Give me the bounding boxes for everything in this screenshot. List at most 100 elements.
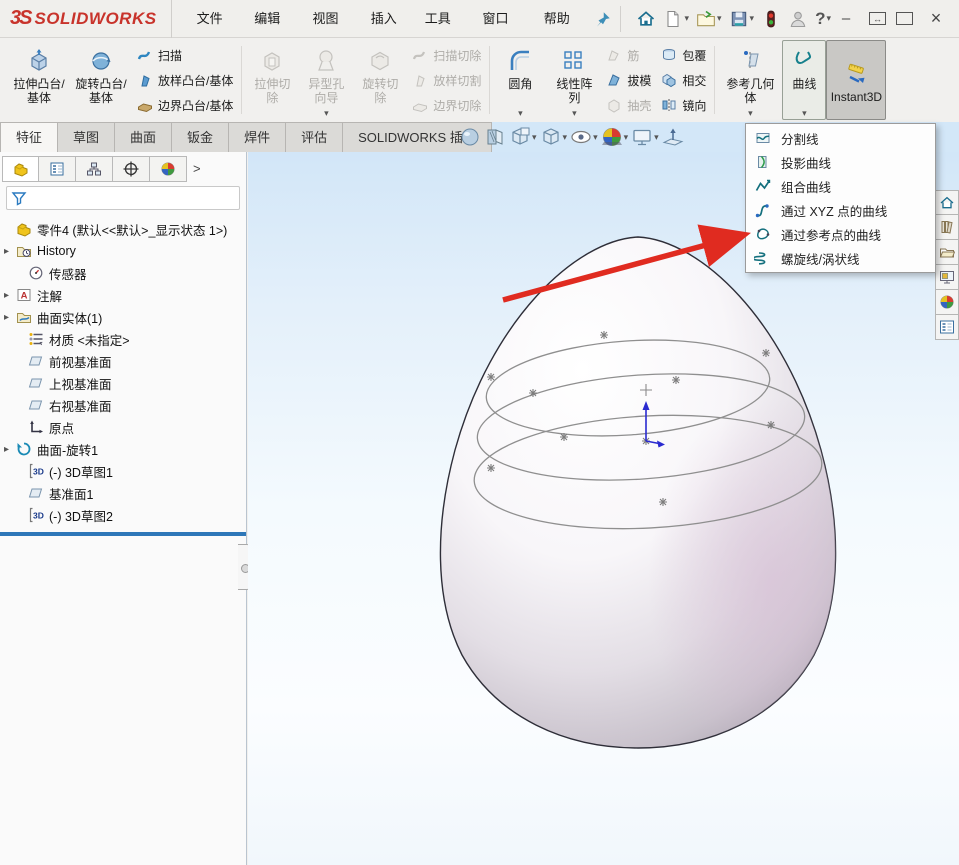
minimize-button[interactable]: – [833,10,859,27]
home-button[interactable] [634,7,658,31]
tree-item-plane1[interactable]: 基准面1 [0,482,246,504]
tab-display-manager[interactable] [150,156,187,182]
tab-feature-manager-tree[interactable] [2,156,39,182]
filter-input[interactable] [31,189,235,207]
new-document-button[interactable]: ▾ [661,7,691,31]
extrude-boss-button[interactable]: 拉伸凸台/基体 [8,40,70,120]
tree-item-annotations[interactable]: ▸ A 注解 [0,284,246,306]
linear-pattern-button[interactable]: 线性阵列 ▾ [547,40,601,120]
reference-geometry-button[interactable]: 参考几何体 ▾ [718,40,782,120]
tab-features[interactable]: 特征 [0,122,58,152]
boundary-boss-button[interactable]: 边界凸台/基体 [134,93,236,118]
tree-item-origin[interactable]: 原点 [0,416,246,438]
save-button[interactable]: ▾ [727,7,757,31]
tab-evaluate[interactable]: 评估 [286,122,343,152]
revolve-cut-button[interactable]: 旋转切除 [353,40,407,120]
menu-window[interactable]: 窗口(W) [471,0,532,38]
menu-item-helix-spiral[interactable]: 螺旋线/涡状线 [746,246,935,270]
task-pane-design-library-tab[interactable] [935,240,959,265]
menu-edit[interactable]: 编辑(E) [243,0,301,38]
panel-split-divider[interactable] [0,532,246,536]
open-document-button[interactable]: ▾ [694,7,724,31]
pin-menu-icon[interactable] [592,8,614,30]
task-pane-resources-tab[interactable] [935,215,959,240]
menu-item-projected-curve[interactable]: 投影曲线 [746,150,935,174]
expander-icon[interactable]: ▸ [4,312,16,323]
curves-dropdown-icon[interactable]: ▾ [802,108,807,118]
tree-item-3d-sketch2[interactable]: 3D (-) 3D草图2 [0,504,246,526]
wrap-button[interactable]: 包覆 [658,43,709,68]
menu-view[interactable]: 视图(V) [302,0,360,38]
hide-show-items-button[interactable]: ▾ [569,125,599,149]
tree-item-material[interactable]: 材质 <未指定> [0,328,246,350]
extrude-cut-button[interactable]: 拉伸切除 [245,40,299,120]
fillet-button[interactable]: 圆角 ▾ [493,40,547,120]
section-view-button[interactable] [483,125,507,149]
intersect-button[interactable]: 相交 [658,68,709,93]
tab-configuration-manager[interactable] [76,156,113,182]
menu-tools[interactable]: 工具(T) [414,0,472,38]
user-account-icon[interactable] [786,7,810,31]
expander-icon[interactable]: ▸ [4,290,16,301]
rib-button[interactable]: 筋 [603,43,654,68]
tree-item-3d-sketch1[interactable]: 3D (-) 3D草图1 [0,460,246,482]
help-dropdown-icon[interactable]: ▾ [826,13,831,24]
tab-sheet-metal[interactable]: 钣金 [172,122,229,152]
tab-dimxpert-manager[interactable] [113,156,150,182]
tree-item-surface-revolve[interactable]: ▸ 曲面-旋转1 [0,438,246,460]
instant3d-button[interactable]: Instant3D [826,40,886,120]
tree-item-surface-bodies[interactable]: ▸ 曲面实体(1) [0,306,246,328]
3d-drawing-view-button[interactable] [661,125,685,149]
mirror-button[interactable]: 镜向 [658,93,709,118]
close-button[interactable]: × [923,8,949,29]
menu-insert[interactable]: 插入(I) [360,0,414,38]
tree-item-front-plane[interactable]: 前视基准面 [0,350,246,372]
rebuild-button[interactable] [759,7,783,31]
task-pane-custom-properties-tab[interactable] [935,315,959,340]
draft-button[interactable]: 拔模 [603,68,654,93]
edit-appearance-button[interactable]: ▾ [600,125,630,149]
menu-file[interactable]: 文件(F) [186,0,244,38]
span-displays-button[interactable]: ↔ [869,12,886,25]
curves-button[interactable]: 曲线 ▾ [782,40,826,120]
menu-item-split-line[interactable]: 分割线 [746,126,935,150]
menu-help[interactable]: 帮助(H) [533,0,592,38]
revolve-boss-button[interactable]: 旋转凸台/基体 [70,40,132,120]
menu-item-curve-through-xyz-points[interactable]: 通过 XYZ 点的曲线 [746,198,935,222]
hole-wizard-button[interactable]: 异型孔向导 ▾ [299,40,353,120]
sweep-button[interactable]: 扫描 [134,43,236,68]
help-button[interactable]: ? ▾ [813,7,833,31]
tab-weldments[interactable]: 焊件 [229,122,286,152]
tab-sketch[interactable]: 草图 [58,122,115,152]
sweep-cut-button[interactable]: 扫描切除 [409,43,484,68]
open-document-dropdown-icon[interactable]: ▾ [717,13,722,24]
reference-geometry-dropdown-icon[interactable]: ▾ [748,108,753,118]
tab-property-manager[interactable] [39,156,76,182]
view-settings-button[interactable]: ▾ [630,125,660,149]
task-pane-home-tab[interactable] [935,190,959,215]
new-document-dropdown-icon[interactable]: ▾ [684,13,689,24]
shell-button[interactable]: 抽壳 [603,93,654,118]
task-pane-appearances-tab[interactable] [935,290,959,315]
panel-expand-icon[interactable]: > [193,161,201,176]
save-dropdown-icon[interactable]: ▾ [750,13,755,24]
hole-wizard-dropdown-icon[interactable]: ▾ [324,108,329,118]
boundary-cut-button[interactable]: 边界切除 [409,93,484,118]
maximize-button[interactable] [896,12,913,25]
tree-item-right-plane[interactable]: 右视基准面 [0,394,246,416]
loft-cut-button[interactable]: 放样切割 [409,68,484,93]
menu-item-curve-through-reference-points[interactable]: 通过参考点的曲线 [746,222,935,246]
linear-pattern-dropdown-icon[interactable]: ▾ [572,108,577,118]
loft-boss-button[interactable]: 放样凸台/基体 [134,68,236,93]
tab-surfaces[interactable]: 曲面 [115,122,172,152]
tree-item-history[interactable]: ▸ History [0,240,246,262]
tree-item-top-plane[interactable]: 上视基准面 [0,372,246,394]
display-style-button[interactable]: ▾ [539,125,569,149]
expander-icon[interactable]: ▸ [4,444,16,455]
zoom-to-fit-button[interactable] [458,125,482,149]
tree-root-part[interactable]: 零件4 (默认<<默认>_显示状态 1>) [0,218,246,240]
fillet-dropdown-icon[interactable]: ▾ [518,108,523,118]
task-pane-view-palette-tab[interactable] [935,265,959,290]
tree-item-sensors[interactable]: 传感器 [0,262,246,284]
expander-icon[interactable]: ▸ [4,246,16,257]
